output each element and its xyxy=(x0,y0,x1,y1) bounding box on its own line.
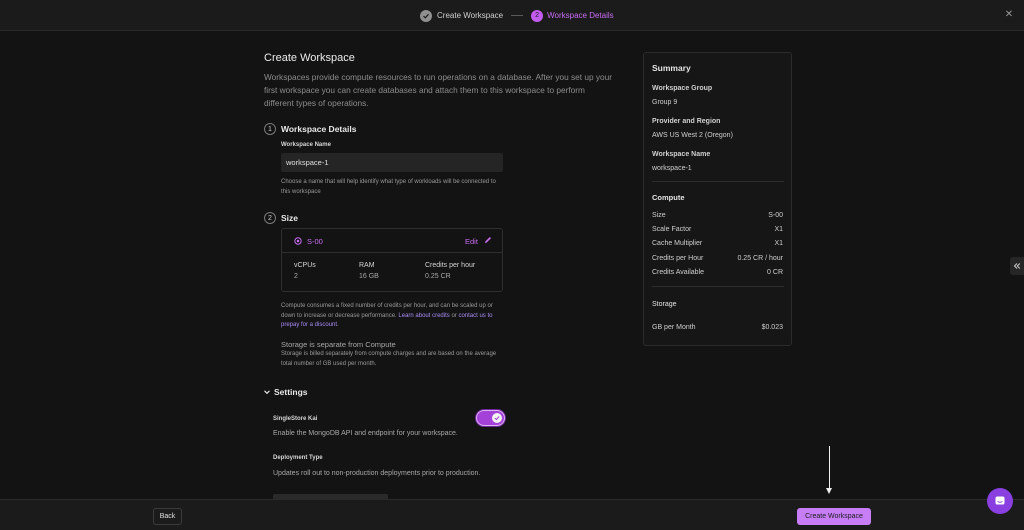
edit-size-link[interactable]: Edit xyxy=(465,237,478,246)
summary-scale-value: X1 xyxy=(774,226,783,233)
footer-bar: Back Create Workspace xyxy=(0,499,1024,530)
step-create-workspace-label: Create Workspace xyxy=(437,11,504,20)
close-icon[interactable]: ✕ xyxy=(1004,10,1014,20)
kai-label: SingleStore Kai xyxy=(273,416,318,422)
learn-credits-link[interactable]: Learn about credits xyxy=(398,313,449,319)
summary-compute-title: Compute xyxy=(652,193,685,202)
spec-credits-label: Credits per hour xyxy=(425,262,476,269)
chat-support-button[interactable] xyxy=(987,488,1013,514)
summary-region-value: AWS US West 2 (Oregon) xyxy=(652,132,733,139)
storage-heading: Storage is separate from Compute xyxy=(281,340,396,349)
settings-toggle[interactable]: Settings xyxy=(263,387,308,397)
workspace-name-label: Workspace Name xyxy=(281,142,331,148)
summary-cache-label: Cache Multiplier xyxy=(652,240,703,247)
compute-note: Compute consumes a fixed number of credi… xyxy=(281,302,503,331)
stepper: Create Workspace 2 Workspace Details xyxy=(420,8,614,23)
step-separator xyxy=(511,15,524,16)
toggle-knob xyxy=(492,413,502,423)
spec-vcpus-value: 2 xyxy=(294,273,298,280)
spec-ram-label: RAM xyxy=(359,262,375,269)
step-create-workspace[interactable]: Create Workspace xyxy=(420,9,504,22)
size-card: S-00 Edit vCPUs 2 RAM 16 GB Credits per … xyxy=(281,228,503,292)
summary-gb-month-value: $0.023 xyxy=(761,324,783,331)
back-button[interactable]: Back xyxy=(153,508,182,525)
summary-divider xyxy=(652,286,784,287)
double-chevron-left-icon xyxy=(1013,263,1021,269)
spec-vcpus-label: vCPUs xyxy=(294,262,316,269)
summary-storage-title: Storage xyxy=(652,301,677,308)
chevron-down-icon xyxy=(264,390,270,395)
check-circle-icon xyxy=(420,9,432,22)
section-number-1: 1 xyxy=(264,123,276,135)
summary-group-label: Workspace Group xyxy=(652,85,713,92)
size-card-header: S-00 Edit xyxy=(282,229,502,253)
summary-panel: Summary Workspace Group Group 9 Provider… xyxy=(643,52,792,346)
summary-name-value: workspace-1 xyxy=(652,165,692,172)
storage-text: Storage is billed separately from comput… xyxy=(281,351,497,367)
summary-title: Summary xyxy=(652,63,691,73)
kai-toggle[interactable] xyxy=(476,410,505,426)
page-title: Create Workspace xyxy=(264,52,355,64)
workspace-name-input[interactable] xyxy=(281,153,503,172)
annotation-arrow-line xyxy=(829,446,830,491)
deployment-type-label: Deployment Type xyxy=(273,455,323,461)
summary-divider xyxy=(652,181,784,182)
size-selected: S-00 xyxy=(307,237,323,246)
pencil-icon[interactable] xyxy=(483,235,493,245)
section-title-size: Size xyxy=(281,213,299,223)
spec-ram-value: 16 GB xyxy=(359,273,379,280)
collapse-panel-tab[interactable] xyxy=(1010,257,1024,275)
chip-icon xyxy=(294,237,302,245)
summary-credits-available-value: 0 CR xyxy=(767,269,783,276)
step-workspace-details-label: Workspace Details xyxy=(547,11,614,20)
annotation-arrow-head xyxy=(826,488,832,494)
summary-gb-month-label: GB per Month xyxy=(652,324,696,331)
top-bar: Create Workspace 2 Workspace Details ✕ xyxy=(0,0,1024,31)
summary-credits-hour-label: Credits per Hour xyxy=(652,255,704,262)
summary-name-label: Workspace Name xyxy=(652,151,711,158)
summary-region-label: Provider and Region xyxy=(652,118,721,125)
page-intro: Workspaces provide compute resources to … xyxy=(264,72,613,108)
settings-title: Settings xyxy=(274,387,308,397)
summary-size-value: S-00 xyxy=(768,212,783,219)
deployment-type-description: Updates roll out to non-production deplo… xyxy=(273,470,481,477)
section-title-details: Workspace Details xyxy=(281,124,357,134)
create-workspace-button[interactable]: Create Workspace xyxy=(797,508,871,525)
summary-size-label: Size xyxy=(652,212,666,219)
summary-scale-label: Scale Factor xyxy=(652,226,692,233)
kai-description: Enable the MongoDB API and endpoint for … xyxy=(273,430,458,437)
check-icon xyxy=(494,416,500,421)
summary-group-value: Group 9 xyxy=(652,99,678,106)
summary-cache-value: X1 xyxy=(774,240,783,247)
workspace-name-help: Choose a name that will help identify wh… xyxy=(281,179,496,195)
summary-credits-available-label: Credits Available xyxy=(652,269,705,276)
chat-icon xyxy=(995,496,1005,505)
step-number-badge: 2 xyxy=(531,9,544,22)
main-content[interactable]: Create Workspace Workspaces provide comp… xyxy=(0,31,1024,499)
section-number-2: 2 xyxy=(264,212,276,224)
step-workspace-details[interactable]: 2 Workspace Details xyxy=(531,9,614,22)
summary-credits-hour-value: 0.25 CR / hour xyxy=(737,255,783,262)
spec-credits-value: 0.25 CR xyxy=(425,273,451,280)
compute-note-end: . xyxy=(337,322,339,328)
